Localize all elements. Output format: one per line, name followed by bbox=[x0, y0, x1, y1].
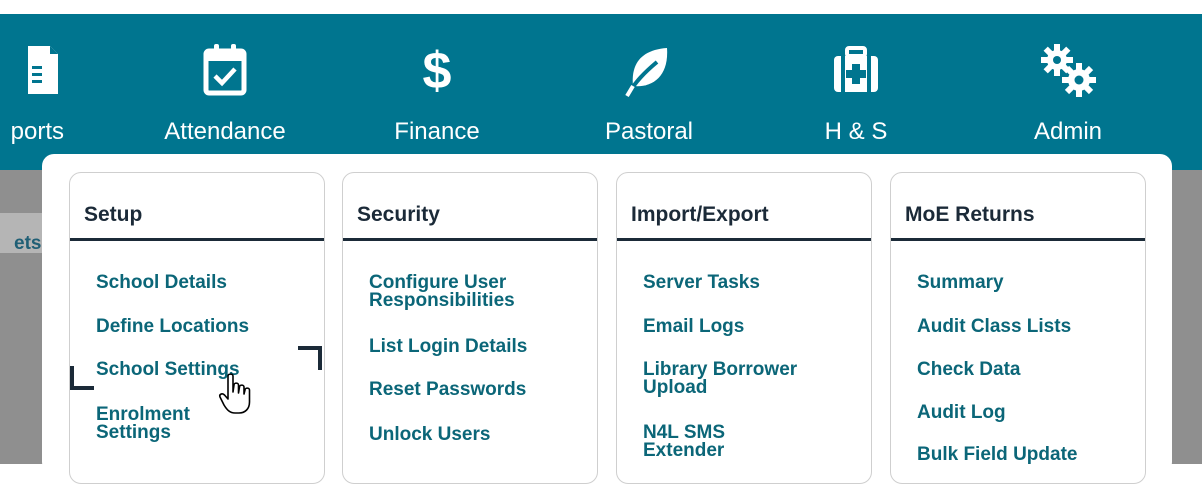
menu-section-security: Security Configure User Responsibilities… bbox=[342, 172, 598, 484]
dollar-icon: $ bbox=[367, 42, 507, 98]
nav-health-safety-label: H & S bbox=[824, 118, 888, 145]
focus-corner-top-right bbox=[298, 346, 322, 370]
nav-finance-label: Finance bbox=[394, 118, 480, 145]
nav-reports[interactable]: ports bbox=[0, 14, 100, 170]
nav-attendance[interactable]: Attendance bbox=[155, 14, 295, 170]
menu-section-moe-returns: MoE Returns Summary Audit Class Lists Ch… bbox=[890, 172, 1146, 484]
nav-attendance-label: Attendance bbox=[164, 118, 286, 145]
hand-pointer-cursor-icon bbox=[219, 373, 251, 414]
nav-admin-label: Admin bbox=[1033, 118, 1103, 145]
nav-health-safety[interactable]: H & S bbox=[786, 14, 926, 170]
first-aid-icon bbox=[786, 42, 926, 98]
menu-link-reset-passwords[interactable]: Reset Passwords bbox=[369, 380, 584, 399]
menu-link-enrolment-settings[interactable]: Enrolment Settings bbox=[96, 405, 226, 442]
menu-link-summary[interactable]: Summary bbox=[917, 273, 1132, 292]
reports-icon bbox=[0, 42, 100, 98]
menu-link-check-data[interactable]: Check Data bbox=[917, 360, 1132, 379]
menu-link-configure-user-responsibilities[interactable]: Configure User Responsibilities bbox=[369, 273, 559, 310]
menu-section-import-export: Import/Export Server Tasks Email Logs Li… bbox=[616, 172, 872, 484]
section-divider bbox=[617, 238, 871, 241]
menu-link-server-tasks[interactable]: Server Tasks bbox=[643, 273, 858, 292]
section-divider bbox=[70, 238, 324, 241]
nav-admin[interactable]: Admin bbox=[998, 14, 1138, 170]
section-title: Setup bbox=[84, 203, 143, 226]
calendar-check-icon bbox=[155, 42, 295, 98]
menu-link-school-settings[interactable]: School Settings bbox=[96, 360, 311, 379]
menu-link-email-logs[interactable]: Email Logs bbox=[643, 317, 858, 336]
focus-corner-bottom-left bbox=[70, 366, 94, 390]
nav-pastoral[interactable]: Pastoral bbox=[579, 14, 719, 170]
section-title: Import/Export bbox=[631, 203, 769, 226]
background-heading-text: ets bbox=[14, 233, 42, 254]
menu-link-define-locations[interactable]: Define Locations bbox=[96, 317, 311, 336]
leaf-icon bbox=[579, 42, 719, 98]
menu-link-library-borrower-upload[interactable]: Library Borrower Upload bbox=[643, 360, 843, 397]
nav-finance[interactable]: $ Finance bbox=[367, 14, 507, 170]
menu-link-bulk-field-update[interactable]: Bulk Field Update bbox=[917, 445, 1132, 464]
nav-reports-label: ports bbox=[10, 118, 64, 145]
menu-section-setup: Setup School Details Define Locations Sc… bbox=[69, 172, 325, 484]
nav-pastoral-label: Pastoral bbox=[604, 118, 694, 145]
menu-link-n4l-sms-extender[interactable]: N4L SMS Extender bbox=[643, 423, 763, 460]
section-title: Security bbox=[357, 203, 440, 226]
section-divider bbox=[891, 238, 1145, 241]
menu-link-unlock-users[interactable]: Unlock Users bbox=[369, 425, 584, 444]
menu-link-audit-class-lists[interactable]: Audit Class Lists bbox=[917, 317, 1132, 336]
svg-text:$: $ bbox=[423, 42, 452, 98]
menu-link-school-details[interactable]: School Details bbox=[96, 273, 311, 292]
menu-link-audit-log[interactable]: Audit Log bbox=[917, 403, 1132, 422]
section-divider bbox=[343, 238, 597, 241]
gears-icon bbox=[998, 42, 1138, 98]
menu-link-list-login-details[interactable]: List Login Details bbox=[369, 337, 584, 356]
section-title: MoE Returns bbox=[905, 203, 1035, 226]
